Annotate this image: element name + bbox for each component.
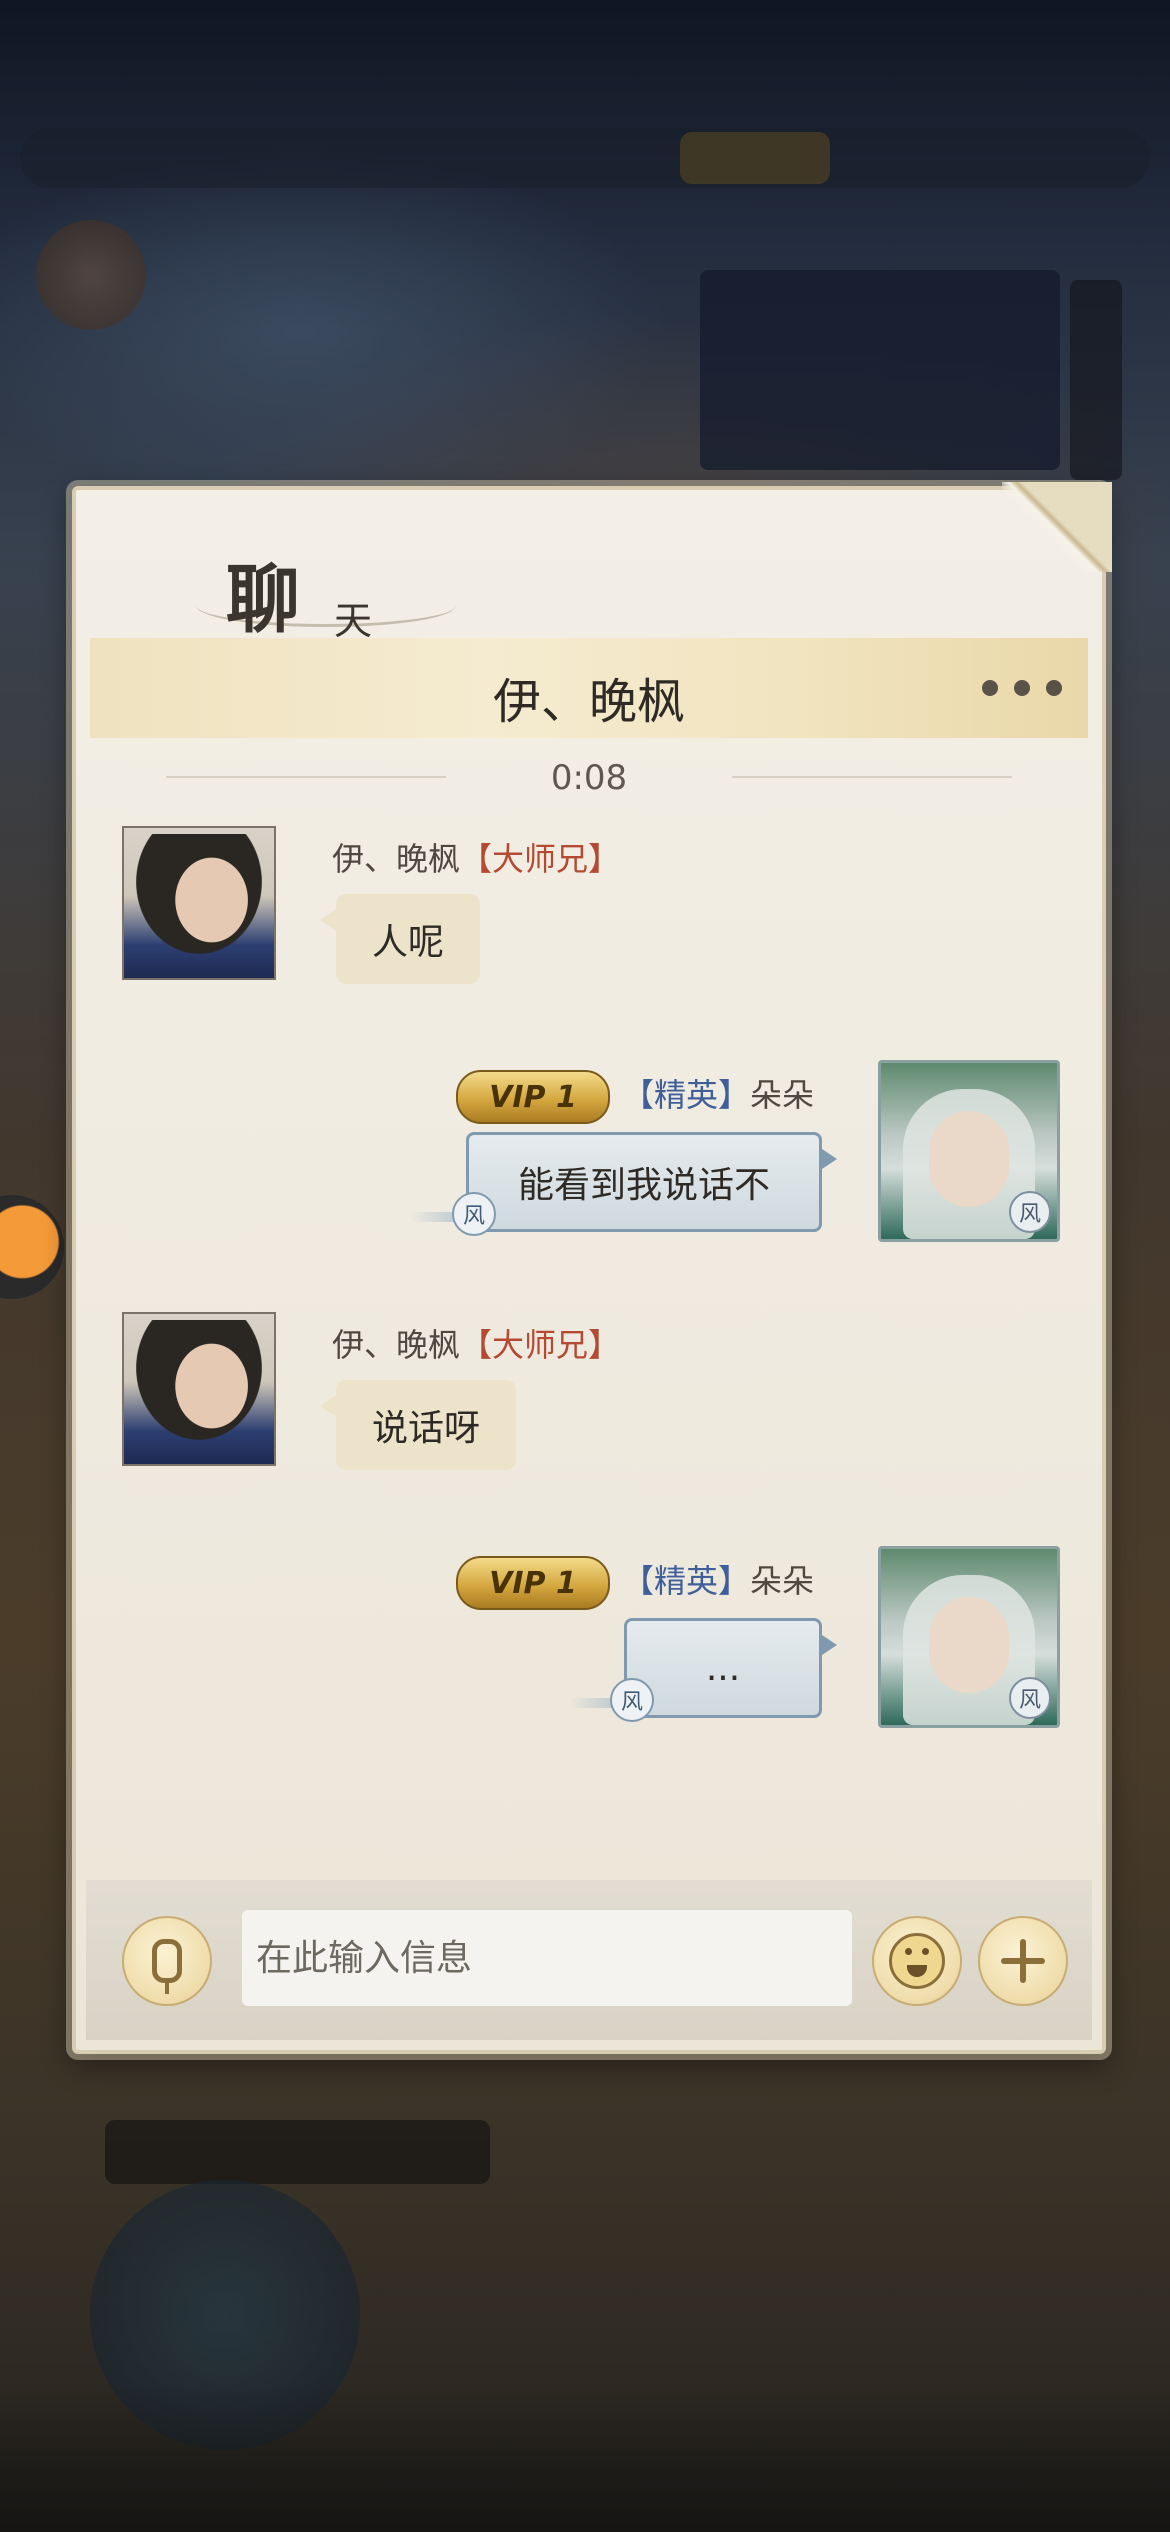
header-title-main: 聊 [226,557,300,643]
voice-input-button[interactable] [122,1916,212,2006]
sender-title: 【精英】 [622,1562,751,1600]
page-fold-corner [1002,482,1112,572]
wind-element-icon: 风 [610,1678,654,1722]
message-input[interactable] [242,1910,852,2006]
microphone-icon [152,1939,182,1983]
message-outgoing: VIP 1 【精英】朵朵 ... 风 风 [76,1546,1102,1746]
emoji-mouth [907,1965,927,1977]
portrait-face [929,1111,1009,1207]
emoji-face-icon [889,1933,945,1989]
chat-header-title: 聊 天 [156,518,456,643]
self-avatar[interactable]: 风 [878,1546,1060,1728]
message-incoming: 伊、晚枫【大师兄】 说话呀 [76,1312,1102,1512]
timestamp-row: 0:08 [76,752,1102,800]
sender-name: 朵朵 [750,1076,815,1114]
emoji-button[interactable] [872,1916,962,2006]
sender-name: 朵朵 [750,1562,815,1600]
wind-element-icon: 风 [1009,1677,1051,1719]
sender-name: 伊、晚枫 [332,840,461,878]
vip-badge: VIP 1 [456,1070,610,1124]
wind-element-icon: 风 [1009,1191,1051,1233]
sender-line: 伊、晚枫【大师兄】 [332,1320,620,1366]
portrait-art [136,1320,262,1440]
peer-name-bar: 伊、晚枫 [90,638,1088,738]
more-actions-button[interactable] [978,1916,1068,2006]
dot-icon [982,680,998,696]
peer-name: 伊、晚枫 [492,674,685,730]
sender-title: 【精英】 [622,1076,751,1114]
sender-title: 【大师兄】 [460,1326,621,1364]
header-title-sub: 天 [334,599,373,643]
sender-line: 【精英】朵朵 [622,1070,814,1116]
message-outgoing: VIP 1 【精英】朵朵 能看到我说话不 风 风 [76,1060,1102,1260]
sender-name: 伊、晚枫 [332,1326,461,1364]
message-bubble[interactable]: 人呢 [319,894,481,984]
more-options-button[interactable] [982,668,1062,708]
message-incoming: 伊、晚枫【大师兄】 人呢 [76,826,1102,1026]
sender-title: 【大师兄】 [460,840,621,878]
portrait-face [929,1597,1009,1693]
dot-icon [1046,680,1062,696]
divider-line [732,776,1012,778]
portrait-art [136,834,262,954]
sender-line: 伊、晚枫【大师兄】 [332,834,620,880]
message-bubble[interactable]: 说话呀 [319,1380,517,1470]
message-list[interactable]: 伊、晚枫【大师兄】 人呢 VIP 1 【精英】朵朵 能看到我说话不 风 风 伊、… [76,810,1102,1860]
self-avatar[interactable]: 风 [878,1060,1060,1242]
message-bubble[interactable]: 能看到我说话不 [466,1132,837,1232]
sender-avatar[interactable] [122,1312,276,1466]
chat-timestamp: 0:08 [550,758,628,798]
sender-line: 【精英】朵朵 [622,1556,814,1602]
wind-element-icon: 风 [452,1192,496,1236]
chat-input-bar [86,1880,1092,2040]
vip-badge: VIP 1 [456,1556,610,1610]
sender-avatar[interactable] [122,826,276,980]
dot-icon [1014,680,1030,696]
chat-panel: 聊 天 伊、晚枫 0:08 伊、晚枫【大师兄】 人呢 VIP 1 【精英】朵朵 … [72,482,1112,2054]
plus-icon [1001,1939,1045,1983]
